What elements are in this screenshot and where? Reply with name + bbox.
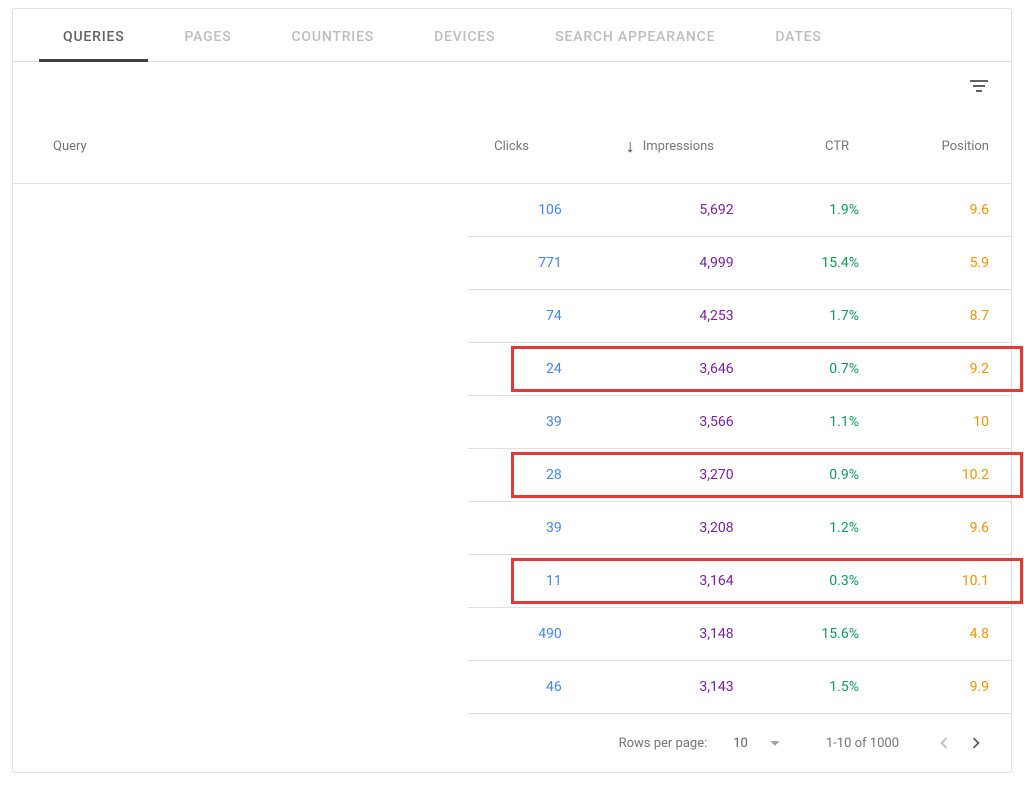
tab-search-appearance[interactable]: SEARCH APPEARANCE (525, 9, 745, 61)
header-clicks[interactable]: Clicks (399, 139, 529, 154)
cell-position: 9.2 (859, 361, 989, 377)
header-position[interactable]: Position (849, 139, 989, 154)
cell-ctr: 1.7% (734, 308, 859, 324)
pagination-bar: Rows per page: 10 1-10 of 1000 (13, 714, 1011, 772)
rows-per-page-label: Rows per page: (619, 736, 708, 751)
cell-impressions: 4,999 (562, 255, 734, 271)
table-row[interactable]: 393,5661.1%10 (468, 396, 1011, 449)
cell-clicks: 11 (468, 573, 562, 589)
cell-impressions: 5,692 (562, 202, 734, 218)
table-row[interactable]: 7714,99915.4%5.9 (468, 237, 1011, 290)
data-table: Query Clicks ↓ Impressions CTR Position … (13, 110, 1011, 714)
header-impressions[interactable]: ↓ Impressions (529, 136, 714, 157)
prev-page-icon[interactable] (933, 732, 955, 754)
cell-clicks: 39 (468, 520, 562, 536)
tab-queries[interactable]: QUERIES (33, 9, 154, 61)
header-query[interactable]: Query (53, 139, 399, 154)
table-row[interactable]: 463,1431.5%9.9 (468, 661, 1011, 714)
cell-impressions: 3,646 (562, 361, 734, 377)
cell-ctr: 15.4% (734, 255, 859, 271)
cell-impressions: 3,566 (562, 414, 734, 430)
dropdown-icon[interactable] (764, 732, 786, 754)
table-body: 1065,6921.9%9.67714,99915.4%5.9744,2531.… (13, 184, 1011, 714)
cell-position: 9.6 (859, 202, 989, 218)
cell-position: 10.2 (859, 467, 989, 483)
table-header-row: Query Clicks ↓ Impressions CTR Position (13, 110, 1011, 184)
cell-impressions: 3,208 (562, 520, 734, 536)
cell-clicks: 24 (468, 361, 562, 377)
cell-clicks: 74 (468, 308, 562, 324)
cell-position: 9.9 (859, 679, 989, 695)
cell-ctr: 1.5% (734, 679, 859, 695)
cell-clicks: 771 (468, 255, 562, 271)
table-row[interactable]: 393,2081.2%9.6 (468, 502, 1011, 555)
rows-per-page-value[interactable]: 10 (733, 736, 748, 751)
cell-position: 10.1 (859, 573, 989, 589)
header-impressions-label: Impressions (643, 139, 714, 154)
cell-ctr: 0.9% (734, 467, 859, 483)
table-row[interactable]: 1065,6921.9%9.6 (468, 184, 1011, 237)
cell-impressions: 3,148 (562, 626, 734, 642)
cell-position: 8.7 (859, 308, 989, 324)
cell-impressions: 3,270 (562, 467, 734, 483)
tab-bar: QUERIES PAGES COUNTRIES DEVICES SEARCH A… (13, 9, 1011, 62)
next-page-icon[interactable] (965, 732, 987, 754)
cell-ctr: 1.9% (734, 202, 859, 218)
cell-impressions: 4,253 (562, 308, 734, 324)
tab-devices[interactable]: DEVICES (404, 9, 525, 61)
header-ctr[interactable]: CTR (714, 139, 849, 154)
performance-panel: QUERIES PAGES COUNTRIES DEVICES SEARCH A… (12, 8, 1012, 773)
cell-position: 10 (859, 414, 989, 430)
cell-impressions: 3,143 (562, 679, 734, 695)
cell-position: 4.8 (859, 626, 989, 642)
table-row[interactable]: 243,6460.7%9.2 (468, 343, 1011, 396)
tab-pages[interactable]: PAGES (154, 9, 261, 61)
cell-ctr: 0.3% (734, 573, 859, 589)
table-row[interactable]: 4903,14815.6%4.8 (468, 608, 1011, 661)
cell-clicks: 490 (468, 626, 562, 642)
tab-countries[interactable]: COUNTRIES (261, 9, 404, 61)
tab-dates[interactable]: DATES (745, 9, 851, 61)
cell-clicks: 28 (468, 467, 562, 483)
pagination-range: 1-10 of 1000 (826, 736, 899, 751)
cell-clicks: 106 (468, 202, 562, 218)
cell-clicks: 39 (468, 414, 562, 430)
table-row[interactable]: 283,2700.9%10.2 (468, 449, 1011, 502)
filter-icon[interactable] (967, 74, 991, 98)
cell-ctr: 15.6% (734, 626, 859, 642)
cell-impressions: 3,164 (562, 573, 734, 589)
sort-desc-icon: ↓ (626, 136, 635, 157)
cell-position: 5.9 (859, 255, 989, 271)
cell-ctr: 0.7% (734, 361, 859, 377)
cell-ctr: 1.2% (734, 520, 859, 536)
table-toolbar (13, 62, 1011, 110)
cell-clicks: 46 (468, 679, 562, 695)
table-row[interactable]: 744,2531.7%8.7 (468, 290, 1011, 343)
cell-position: 9.6 (859, 520, 989, 536)
cell-ctr: 1.1% (734, 414, 859, 430)
table-row[interactable]: 113,1640.3%10.1 (468, 555, 1011, 608)
